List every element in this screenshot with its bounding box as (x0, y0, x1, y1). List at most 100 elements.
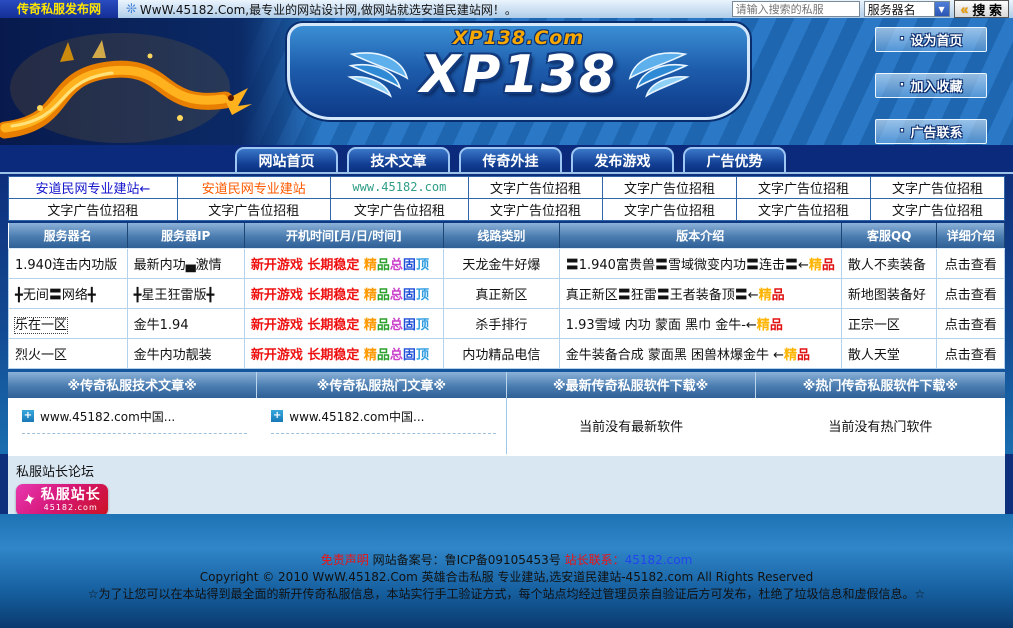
sparkle-icon: ❊ (126, 3, 137, 16)
ad-link[interactable]: 文字广告位招租 (758, 182, 849, 197)
quick-link-0[interactable]: ·设为首页 (875, 27, 987, 52)
ad-rows: 安道民网专业建站←安道民网专业建站www.45182.com文字广告位招租文字广… (9, 177, 1005, 221)
ad-link[interactable]: 文字广告位招租 (624, 204, 715, 219)
hot-software-cell: 当前没有热门软件 (756, 398, 1005, 454)
ad-link[interactable]: 安道民网专业建站← (35, 182, 150, 197)
version-text: 品 (797, 348, 810, 363)
server-name-link[interactable]: 1.940连击内功版 (15, 258, 117, 273)
open-status-text: 品 (377, 288, 390, 303)
article-link-text: www.45182.com中国... (289, 408, 424, 425)
ad-link[interactable]: 文字广告位招租 (490, 182, 581, 197)
server-name-cell: ╋无间〓网络╋ (9, 278, 128, 308)
quick-link-label: 加入收藏 (910, 76, 962, 95)
logo-main-text: XP138 (420, 45, 617, 105)
ad-link[interactable]: 文字广告位招租 (490, 204, 581, 219)
server-table-body: 1.940连击内功版最新内功▄激情新开游戏 长期稳定 精品总固顶天龙金牛好爆〓1… (9, 248, 1005, 368)
webmaster-contact-link[interactable]: 45182.com (625, 553, 693, 567)
search-button-label: 搜 索 (972, 0, 1002, 19)
footer-legal-line: 免责声明 网站备案号：鲁ICP备09105453号 站长联系：45182.com (0, 552, 1013, 569)
quick-links: ·设为首页 · 加入收藏 ·广告联系 (875, 27, 987, 145)
plus-icon: + (22, 410, 34, 422)
ad-link[interactable]: 安道民网专业建站 (202, 182, 306, 197)
open-status-text: 长期稳定 (307, 258, 364, 273)
nav-tab-0[interactable]: 网站首页 (235, 147, 338, 172)
view-detail-link[interactable]: 点击查看 (945, 288, 997, 303)
nav-tab-1[interactable]: 技术文章 (347, 147, 450, 172)
ad-cell: 文字广告位招租 (330, 199, 468, 221)
ad-cell: 文字广告位招租 (870, 199, 1004, 221)
detail-cell: 点击查看 (937, 248, 1005, 278)
search-input[interactable] (732, 1, 860, 17)
server-col-header: 服务器名 (9, 223, 128, 248)
search-category-select[interactable]: 服务器名 ▼ (864, 1, 950, 17)
page: 传奇私服发布网 ❊ WwW.45182.Com,最专业的网站设计网,做网站就选安… (0, 0, 1013, 626)
open-status-text: 长期稳定 (307, 318, 364, 333)
view-detail-link[interactable]: 点击查看 (945, 348, 997, 363)
ad-cell: 文字广告位招租 (468, 177, 602, 199)
search-area: 服务器名 ▼ « 搜 索 (732, 0, 1013, 18)
open-status-text: 精 (364, 288, 377, 303)
ad-link[interactable]: 文字广告位招租 (892, 182, 983, 197)
server-col-header: 服务器IP (127, 223, 244, 248)
footer-disclaimer: ☆为了让您可以在本站得到最全面的新开传奇私服信息，本站实行手工验证方式，每个站点… (0, 586, 1013, 603)
article-link[interactable]: + www.45182.com中国... (22, 408, 247, 434)
section-content: + www.45182.com中国... + www.45182.com中国..… (8, 398, 1005, 454)
server-name-link[interactable]: 烈火一区 (15, 348, 67, 363)
bullet-icon: · (900, 124, 905, 139)
section-header-1: ※传奇私服热门文章※ (257, 372, 506, 398)
open-status-text: 品 (377, 258, 390, 273)
view-detail-link[interactable]: 点击查看 (945, 258, 997, 273)
ad-link[interactable]: 文字广告位招租 (208, 204, 299, 219)
open-time-cell: 新开游戏 长期稳定 精品总固顶 (244, 338, 443, 368)
chevron-down-icon[interactable]: ▼ (934, 2, 949, 16)
version-text: 精 (809, 258, 822, 273)
ad-link[interactable]: 文字广告位招租 (624, 182, 715, 197)
open-status-text: 固 (403, 288, 416, 303)
open-status-text: 固 (403, 258, 416, 273)
site-logo[interactable]: XP138.Com XP138 (287, 23, 750, 120)
version-cell: 1.93雪域 内功 蒙面 黑巾 金牛-←精品 (559, 308, 841, 338)
article-link[interactable]: + www.45182.com中国... (271, 408, 495, 434)
tech-articles-cell: + www.45182.com中国... (8, 398, 257, 454)
open-status-text: 精 (364, 348, 377, 363)
search-arrow-icon: « (961, 2, 969, 16)
view-detail-link[interactable]: 点击查看 (945, 318, 997, 333)
open-status-text: 长期稳定 (307, 348, 364, 363)
section-header-0: ※传奇私服技术文章※ (8, 372, 257, 398)
quick-link-2[interactable]: ·广告联系 (875, 119, 987, 144)
ad-link[interactable]: 文字广告位招租 (892, 204, 983, 219)
forum-logo-banner[interactable]: ✦ 私服站长 45182.com (16, 484, 108, 516)
bullet-icon: · (900, 78, 905, 93)
wing-left-icon (346, 49, 410, 101)
ad-row: 安道民网专业建站← 安道民网专业建站 www.45182.com 文字广告位招租 文字广… (9, 177, 1005, 199)
server-name-cell: 乐在一区 (9, 308, 128, 338)
server-name-link[interactable]: 乐在一区 (15, 318, 67, 333)
forum-strip: 私服站长论坛 ✦ 私服站长 45182.com (8, 454, 1005, 514)
search-button[interactable]: « 搜 索 (954, 0, 1009, 18)
notice-bar: ❊ WwW.45182.Com,最专业的网站设计网,做网站就选安道民建站网！。 (118, 1, 732, 18)
open-status-text: 品 (377, 348, 390, 363)
nav-tab-3[interactable]: 发布游戏 (571, 147, 674, 172)
open-status-text: 顶 (416, 348, 429, 363)
open-status-text: 精 (364, 258, 377, 273)
server-table: 服务器名服务器IP开机时间[月/日/时间]线路类别版本介绍客服QQ详细介绍 1.… (8, 223, 1005, 369)
no-new-software-text: 当前没有最新软件 (507, 408, 756, 435)
ad-link[interactable]: 文字广告位招租 (758, 204, 849, 219)
open-status-text: 总 (390, 258, 403, 273)
ad-link[interactable]: 文字广告位招租 (354, 204, 445, 219)
ad-cell: 文字广告位招租 (736, 199, 870, 221)
ad-cell: 安道民网专业建站 (177, 177, 330, 199)
ad-link[interactable]: 文字广告位招租 (47, 204, 138, 219)
nav-tab-2[interactable]: 传奇外挂 (459, 147, 562, 172)
server-name-link[interactable]: ╋无间〓网络╋ (15, 288, 96, 303)
server-ip-cell: 最新内功▄激情 (127, 248, 244, 278)
open-status-text: 固 (403, 348, 416, 363)
quick-link-1[interactable]: · 加入收藏 (875, 73, 987, 98)
footer-legal-text: 网站备案号：鲁ICP备09105453号 (369, 553, 565, 567)
open-status-text: 新开游戏 (251, 318, 308, 333)
ad-cell: 文字广告位招租 (736, 177, 870, 199)
open-status-text: 品 (377, 318, 390, 333)
nav-tab-4[interactable]: 广告优势 (683, 147, 786, 172)
version-text: 品 (770, 318, 783, 333)
ad-link[interactable]: www.45182.com (352, 180, 446, 194)
